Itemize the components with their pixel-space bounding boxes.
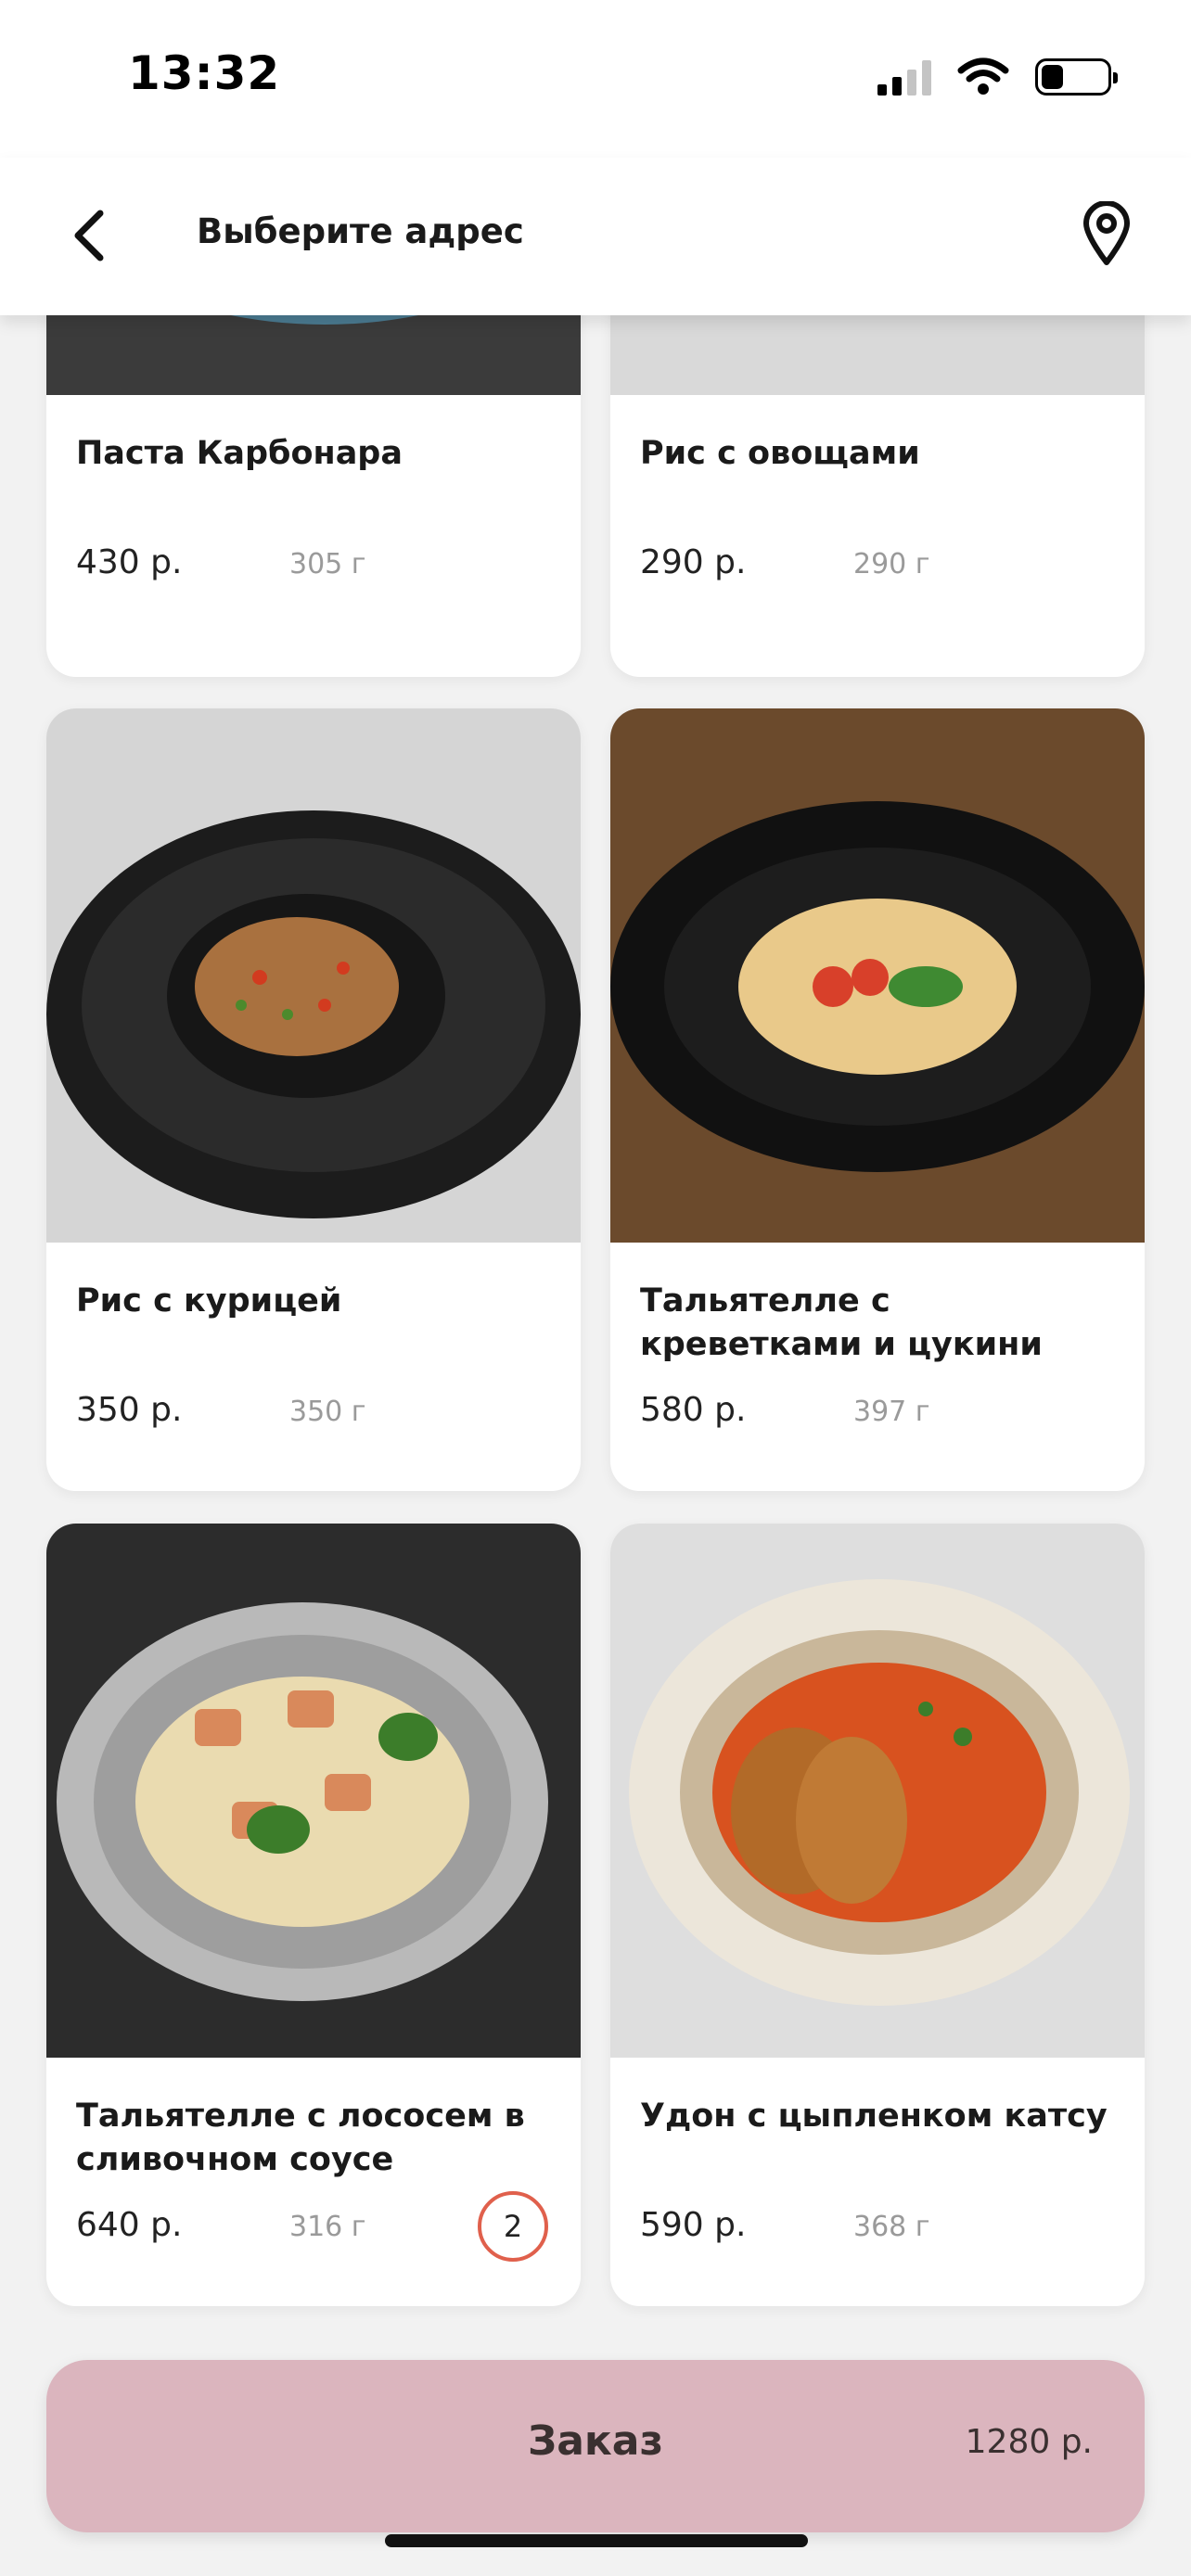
wifi-icon — [957, 57, 1009, 95]
product-card[interactable]: Тальятелле с креветками и цукини 580 р. … — [610, 708, 1145, 1491]
dish-name: Рис с овощами — [640, 435, 920, 472]
order-button[interactable]: Заказ 1280 р. — [46, 2360, 1145, 2532]
dish-weight: 290 г — [853, 548, 930, 580]
dish-weight: 305 г — [289, 548, 366, 580]
chevron-left-icon — [74, 210, 104, 261]
back-button[interactable] — [61, 202, 117, 269]
dish-price: 350 р. — [76, 1391, 183, 1429]
nav-header: Выберите адрес — [0, 158, 1191, 315]
product-card[interactable]: Тальятелле с лососем в сливочном соусе 6… — [46, 1524, 581, 2306]
status-time: 13:32 — [128, 46, 281, 100]
status-icons — [877, 57, 1118, 96]
dish-weight: 368 г — [853, 2211, 930, 2243]
dish-photo — [610, 1524, 1145, 2058]
dish-name: Тальятелле с креветками и цукини — [640, 1282, 1043, 1363]
product-grid: Паста Карбонара 430 р. 305 г Рис с овоща… — [0, 0, 1191, 2576]
dish-weight: 397 г — [853, 1396, 930, 1428]
dish-photo — [610, 708, 1145, 1243]
dish-photo — [46, 708, 581, 1243]
product-card[interactable]: Рис с курицей 350 р. 350 г — [46, 708, 581, 1491]
dish-price: 290 р. — [640, 543, 747, 581]
location-pin-icon — [1083, 201, 1130, 265]
dish-name: Тальятелле с лососем в сливочном соусе — [76, 2098, 525, 2178]
battery-icon — [1035, 58, 1118, 96]
order-total: 1280 р. — [965, 2423, 1093, 2461]
dish-weight: 350 г — [289, 1396, 366, 1428]
dish-price: 580 р. — [640, 1391, 747, 1429]
signal-icon — [877, 58, 931, 96]
status-bar: 13:32 — [0, 0, 1191, 158]
product-card[interactable]: Удон с цыпленком катсу 590 р. 368 г — [610, 1524, 1145, 2306]
dish-name: Удон с цыпленком катсу — [640, 2098, 1108, 2135]
dish-price: 590 р. — [640, 2206, 747, 2244]
dish-photo — [46, 1524, 581, 2058]
dish-price: 640 р. — [76, 2206, 183, 2244]
dish-name: Паста Карбонара — [76, 435, 403, 472]
location-button[interactable] — [1074, 195, 1139, 273]
quantity-badge[interactable]: 2 — [478, 2191, 548, 2262]
dish-price: 430 р. — [76, 543, 183, 581]
page-title[interactable]: Выберите адрес — [197, 211, 524, 251]
dish-name: Рис с курицей — [76, 1282, 342, 1320]
dish-weight: 316 г — [289, 2211, 366, 2243]
home-indicator — [385, 2534, 808, 2547]
